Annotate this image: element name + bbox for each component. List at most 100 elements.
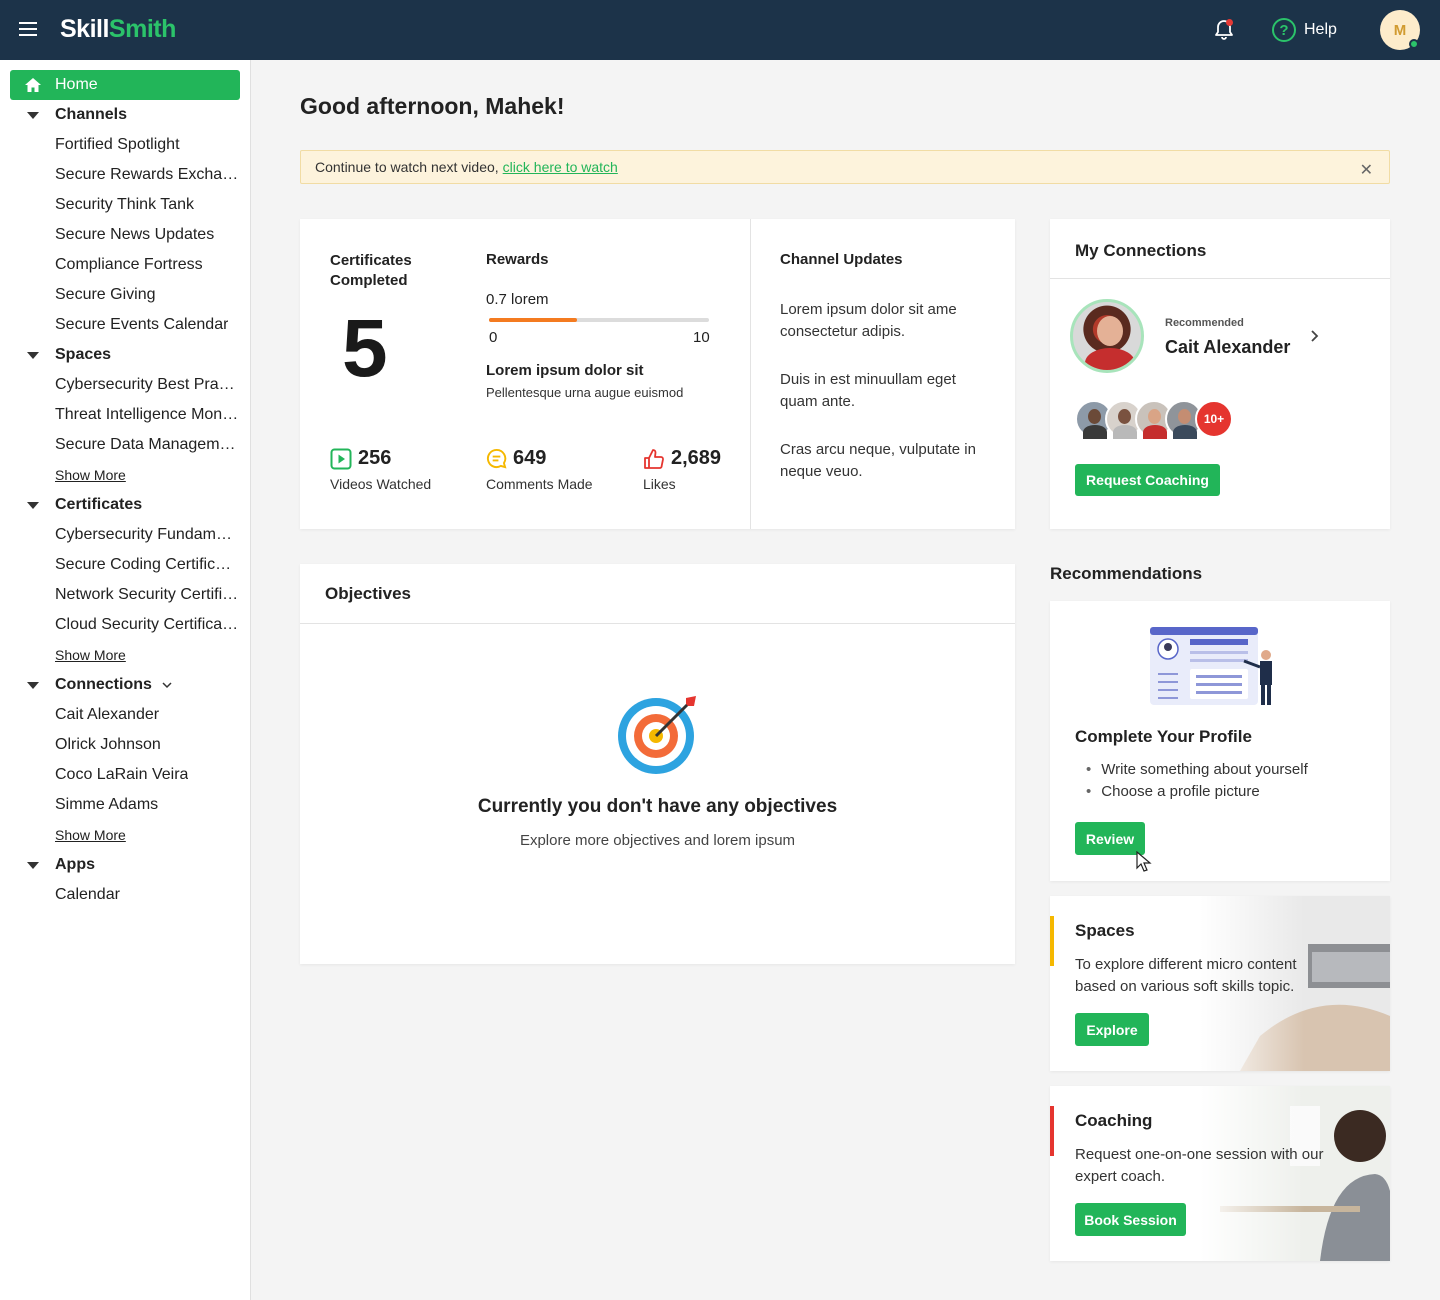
channel-updates-title: Channel Updates bbox=[780, 251, 903, 268]
sidebar-item-channel[interactable]: Compliance Fortress bbox=[0, 250, 250, 280]
sidebar-item-label: Cybersecurity Fundamentals bbox=[55, 526, 239, 543]
rewards-progress-fill bbox=[489, 318, 577, 322]
thumbs-up-icon bbox=[644, 448, 664, 469]
sidebar-item-label: Secure Rewards Exchange bbox=[55, 166, 239, 183]
sidebar-item-channel[interactable]: Fortified Spotlight bbox=[0, 130, 250, 160]
explore-button[interactable]: Explore bbox=[1075, 1013, 1149, 1046]
chevron-right-icon[interactable] bbox=[1308, 329, 1322, 343]
sidebar-item-channel[interactable]: Secure News Updates bbox=[0, 220, 250, 250]
spaces-accent-bar bbox=[1050, 916, 1054, 966]
request-coaching-button[interactable]: Request Coaching bbox=[1075, 464, 1220, 496]
connection-name[interactable]: Cait Alexander bbox=[1165, 337, 1290, 358]
banner-text: Continue to watch next video, bbox=[315, 159, 499, 175]
sidebar-section-channels[interactable]: Channels bbox=[0, 100, 250, 130]
sidebar-item-app[interactable]: Calendar bbox=[0, 880, 250, 910]
progress-max: 10 bbox=[693, 329, 710, 346]
section-title: Apps bbox=[55, 856, 95, 873]
logo[interactable]: SkillSmith bbox=[60, 15, 176, 44]
sidebar-item-channel[interactable]: Secure Giving bbox=[0, 280, 250, 310]
sidebar-item-label: Olrick Johnson bbox=[55, 736, 161, 753]
sidebar-item-certificate[interactable]: Cloud Security Certification bbox=[0, 610, 250, 640]
sidebar-item-label: Secure Events Calendar bbox=[55, 316, 229, 333]
review-button[interactable]: Review bbox=[1075, 822, 1145, 855]
empty-objectives-title: Currently you don't have any objectives bbox=[477, 796, 838, 817]
sidebar-section-certificates[interactable]: Certificates bbox=[0, 490, 250, 520]
video-play-icon bbox=[330, 448, 352, 469]
sidebar-item-label: Cait Alexander bbox=[55, 706, 160, 723]
channel-update-item[interactable]: Lorem ipsum dolor sit ame consectetur ad… bbox=[780, 299, 995, 343]
section-title: Channels bbox=[55, 106, 128, 123]
divider bbox=[750, 219, 751, 529]
sidebar-item-connection[interactable]: Cait Alexander bbox=[0, 700, 250, 730]
sidebar-item-label: Home bbox=[55, 76, 98, 93]
rewards-progress-bar bbox=[489, 318, 709, 322]
sidebar-item-space[interactable]: Secure Data Management bbox=[0, 430, 250, 460]
watch-link[interactable]: click here to watch bbox=[503, 159, 618, 175]
sidebar-item-channel[interactable]: Security Think Tank bbox=[0, 190, 250, 220]
continue-watching-banner: Continue to watch next video, click here… bbox=[300, 150, 1390, 184]
home-icon bbox=[25, 78, 41, 92]
sidebar-item-certificate[interactable]: Network Security Certification bbox=[0, 580, 250, 610]
chevron-down-icon[interactable] bbox=[162, 680, 172, 690]
rewards-title: Rewards bbox=[486, 251, 549, 268]
recommended-label: Recommended bbox=[1165, 317, 1244, 329]
sidebar-nav: Channels Fortified Spotlight Secure Rewa… bbox=[0, 100, 250, 910]
menu-icon[interactable] bbox=[19, 22, 37, 36]
sidebar-item-connection[interactable]: Coco LaRain Veira bbox=[0, 760, 250, 790]
sidebar-item-label: Secure Coding Certification bbox=[55, 556, 239, 573]
sidebar-item-label: Simme Adams bbox=[55, 796, 159, 813]
spaces-card-title: Spaces bbox=[1075, 921, 1135, 940]
coaching-promo-card: Coaching Request one-on-one session with… bbox=[1050, 1086, 1390, 1261]
sidebar-section-connections[interactable]: Connections bbox=[0, 670, 250, 700]
section-title: Spaces bbox=[55, 346, 112, 363]
divider bbox=[1050, 278, 1390, 279]
sidebar-item-channel[interactable]: Secure Rewards Exchange bbox=[0, 160, 250, 190]
sidebar-item-certificate[interactable]: Cybersecurity Fundamentals bbox=[0, 520, 250, 550]
rewards-subtext: Pellentesque urna augue euismod bbox=[486, 385, 684, 400]
sidebar-item-label: Threat Intelligence Monitoring bbox=[55, 406, 239, 423]
help-circle-icon: ? bbox=[1272, 18, 1296, 42]
sidebar-item-label: Calendar bbox=[55, 886, 120, 903]
book-session-button[interactable]: Book Session bbox=[1075, 1203, 1186, 1236]
recommendations-heading: Recommendations bbox=[1050, 564, 1203, 583]
sidebar-section-apps[interactable]: Apps bbox=[0, 850, 250, 880]
sidebar-item-connection[interactable]: Olrick Johnson bbox=[0, 730, 250, 760]
sidebar-item-label: Secure News Updates bbox=[55, 226, 215, 243]
sidebar-item-connection[interactable]: Simme Adams bbox=[0, 790, 250, 820]
sidebar-item-certificate[interactable]: Secure Coding Certification bbox=[0, 550, 250, 580]
likes-count: 2,689 bbox=[671, 447, 722, 469]
caret-down-icon bbox=[27, 861, 39, 869]
coaching-card-text: Request one-on-one session with our expe… bbox=[1075, 1146, 1324, 1185]
comments-count: 649 bbox=[513, 447, 547, 469]
spaces-card-text: To explore different micro content based… bbox=[1075, 956, 1297, 995]
videos-count: 256 bbox=[358, 447, 392, 469]
videos-label: Videos Watched bbox=[330, 476, 432, 492]
sidebar-item-space[interactable]: Cybersecurity Best Practices bbox=[0, 370, 250, 400]
more-connections-badge[interactable]: 10+ bbox=[1195, 400, 1233, 438]
section-title: Certificates bbox=[55, 496, 143, 513]
sidebar-section-spaces[interactable]: Spaces bbox=[0, 340, 250, 370]
sidebar-item-label: Coco LaRain Veira bbox=[55, 766, 189, 783]
connection-avatar[interactable] bbox=[1070, 299, 1144, 373]
videos-metric: 256 Videos Watched bbox=[330, 447, 431, 492]
sidebar-item-channel[interactable]: Secure Events Calendar bbox=[0, 310, 250, 340]
sidebar-item-home[interactable]: Home bbox=[10, 70, 240, 100]
likes-label: Likes bbox=[643, 476, 676, 492]
show-more-spaces-link[interactable]: Show More bbox=[0, 460, 250, 490]
certificates-count: 5 bbox=[342, 303, 388, 394]
top-bar: SkillSmith ? Help M bbox=[0, 0, 1440, 60]
help-button[interactable]: ? Help bbox=[1272, 18, 1337, 42]
close-icon[interactable]: ✕ bbox=[1360, 160, 1373, 180]
show-more-certificates-link[interactable]: Show More bbox=[0, 640, 250, 670]
coaching-card-title: Coaching bbox=[1075, 1111, 1153, 1130]
channel-update-item[interactable]: Duis in est minuullam eget quam ante. bbox=[780, 369, 995, 413]
sidebar-item-label: Secure Data Management bbox=[55, 436, 239, 453]
channel-update-item[interactable]: Cras arcu neque, vulputate in neque veuo… bbox=[780, 439, 995, 483]
show-more-connections-link[interactable]: Show More bbox=[0, 820, 250, 850]
help-label: Help bbox=[1304, 21, 1337, 38]
mouse-cursor-icon bbox=[1136, 851, 1152, 872]
empty-objectives-subtitle: Explore more objectives and lorem ipsum bbox=[519, 832, 796, 849]
notification-dot bbox=[1226, 19, 1233, 26]
sidebar: Home Channels Fortified Spotlight Secure… bbox=[0, 60, 251, 1300]
sidebar-item-space[interactable]: Threat Intelligence Monitoring bbox=[0, 400, 250, 430]
